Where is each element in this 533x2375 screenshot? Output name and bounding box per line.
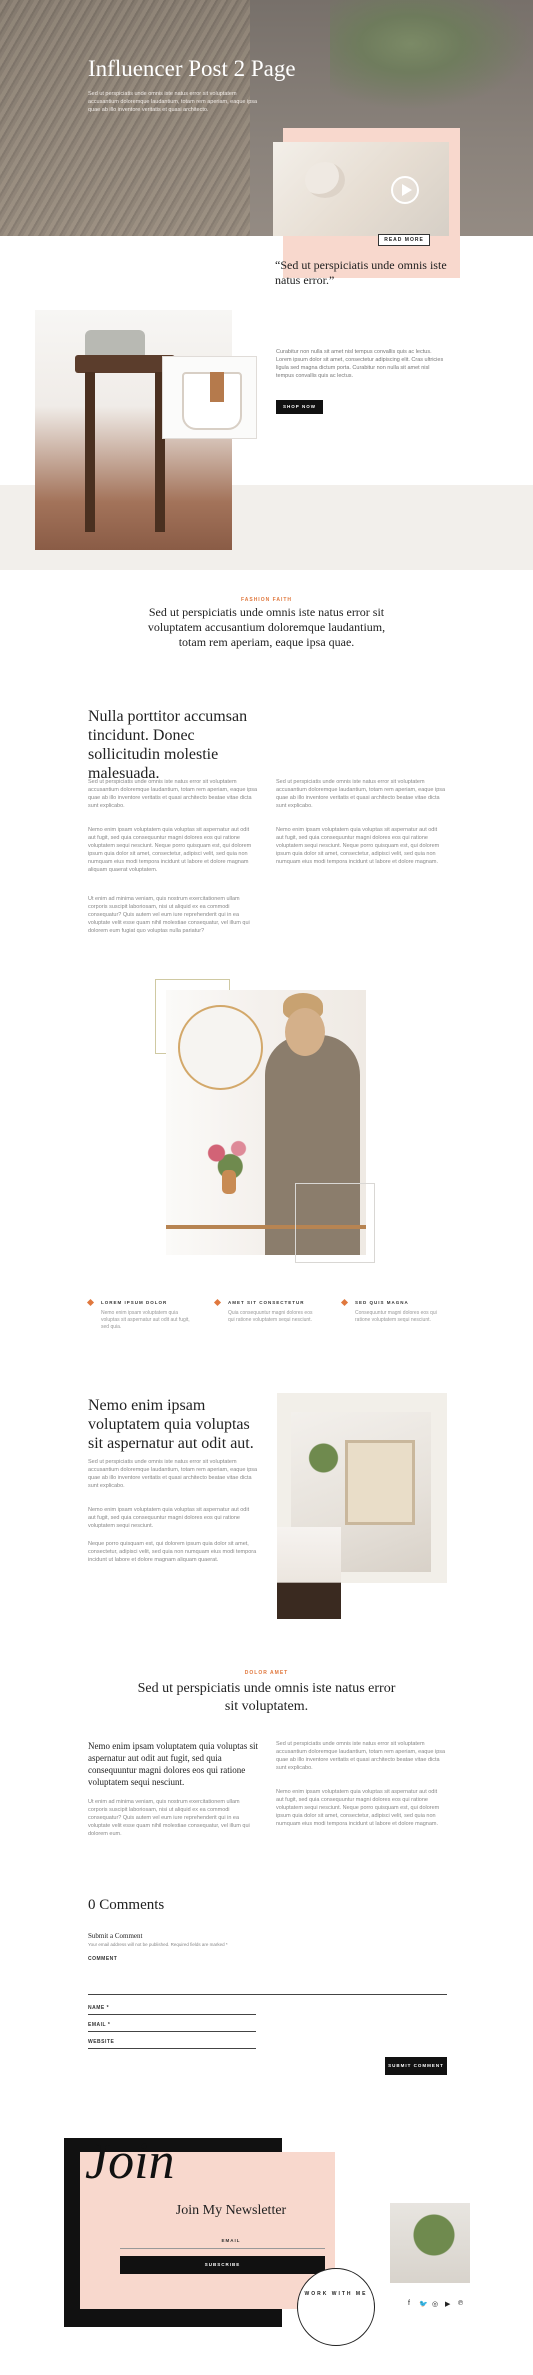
article-paragraph: Sed ut perspiciatis unde omnis iste natu… [88, 1459, 258, 1489]
feature-text: Quia consequuntur magni dolores eos qui … [228, 1310, 313, 1323]
article-paragraph: Ut enim ad minima veniam, quis nostrum e… [88, 896, 250, 934]
play-icon[interactable] [391, 176, 419, 204]
feature-text: Nemo enim ipsam voluptatem quia voluptas… [101, 1310, 190, 1330]
article-heading: Nemo enim ipsam voluptatem quia voluptas… [88, 1397, 254, 1452]
instagram-icon[interactable]: ◎ [432, 2300, 438, 2308]
stool-leg [85, 372, 95, 532]
work-with-me-badge[interactable] [297, 2268, 375, 2346]
diamond-icon [340, 1298, 349, 1307]
article-paragraph: Nemo enim ipsam voluptatem quia voluptas… [276, 1789, 440, 1827]
article-paragraph: Nemo enim ipsam voluptatem quia voluptas… [276, 827, 440, 865]
newsletter-title: Join My Newsletter [175, 2203, 287, 2218]
required-notice: Your email address will not be published… [88, 1942, 228, 1947]
diamond-icon [213, 1298, 222, 1307]
feature-title: LOREM IPSUM DOLOR [101, 1300, 168, 1305]
article-paragraph: Neque porro quisquam est, qui dolorem ip… [88, 1541, 257, 1563]
website-label: WEBSITE [88, 2039, 115, 2045]
armchair [345, 1440, 415, 1525]
newsletter-email-label: EMAIL [221, 2238, 241, 2243]
section-eyebrow: FASHION FAITH [240, 597, 293, 603]
hero-basket-image [0, 0, 250, 236]
article-paragraph: Ut enim ad minima veniam, quis nostrum e… [88, 1799, 250, 1837]
article-paragraph: Sed ut perspiciatis unde omnis iste natu… [88, 779, 258, 809]
section-heading: Sed ut perspiciatis unde omnis iste natu… [137, 1681, 396, 1714]
youtube-icon[interactable]: ▶ [445, 2300, 450, 2308]
feature-title: SED QUIS MAGNA [355, 1300, 409, 1305]
comment-textarea[interactable] [88, 1994, 447, 1995]
newsletter-email-field[interactable] [120, 2248, 325, 2249]
shop-now-button[interactable]: SHOP NOW [276, 400, 323, 414]
section-heading: Sed ut perspiciatis unde omnis iste natu… [147, 605, 386, 649]
feature-text: Consequuntur magni dolores eos qui ratio… [355, 1310, 437, 1323]
article-paragraph: Nemo enim ipsam voluptatem quia voluptas… [88, 1507, 250, 1529]
feature-title: AMET SIT CONSECTETUR [228, 1300, 305, 1305]
monstera-image [390, 2203, 470, 2283]
name-label: NAME * [88, 2005, 110, 2011]
article-quote: Nemo enim ipsam voluptatem quia voluptas… [88, 1741, 258, 1787]
stool-seat [75, 355, 175, 373]
twitter-icon[interactable]: 🐦 [419, 2300, 428, 2308]
comments-heading: 0 Comments [88, 1897, 165, 1913]
work-with-me-label: WORK WITH ME [304, 2291, 368, 2297]
subscribe-button[interactable]: SUBSCRIBE [120, 2256, 325, 2274]
feature-vase-image [305, 162, 345, 198]
hero-plant-image [330, 0, 533, 110]
submit-comment-title: Submit a Comment [88, 1932, 143, 1940]
feature-quote: “Sed ut perspiciatis unde omnis iste nat… [275, 258, 447, 287]
vase-image [222, 1170, 236, 1194]
diamond-icon [86, 1298, 95, 1307]
facebook-icon[interactable]: f [408, 2300, 410, 2307]
woman-head [285, 1008, 325, 1056]
feature-video[interactable] [273, 142, 449, 236]
read-more-button[interactable]: READ MORE [378, 234, 430, 246]
email-label: EMAIL * [88, 2022, 111, 2028]
hero-subtitle: Sed ut perspiciatis unde omnis iste natu… [88, 91, 258, 113]
page-title: Influencer Post 2 Page [88, 56, 296, 81]
pinterest-icon[interactable]: ℗ [458, 2300, 463, 2307]
product-description: Curabitur non nulla sit amet nisl tempus… [276, 349, 444, 379]
article-heading: Nulla porttitor accumsan tincidunt. Done… [88, 708, 248, 782]
submit-comment-button[interactable]: SUBMIT COMMENT [385, 2057, 447, 2075]
decorative-frame [295, 1183, 375, 1263]
comment-label: COMMENT [88, 1956, 118, 1962]
plant-image [306, 1438, 341, 1478]
join-script-heading: Join [85, 2133, 175, 2190]
website-field[interactable] [88, 2048, 256, 2049]
article-paragraph: Sed ut perspiciatis unde omnis iste natu… [276, 1741, 446, 1771]
article-paragraph: Nemo enim ipsam voluptatem quia voluptas… [88, 827, 252, 873]
email-field[interactable] [88, 2031, 256, 2032]
basket-strap [210, 372, 224, 402]
section-eyebrow: DOLOR AMET [244, 1670, 289, 1676]
mirror-image [178, 1005, 263, 1090]
lamp-image [277, 1527, 341, 1619]
name-field[interactable] [88, 2014, 256, 2015]
article-paragraph: Sed ut perspiciatis unde omnis iste natu… [276, 779, 446, 809]
